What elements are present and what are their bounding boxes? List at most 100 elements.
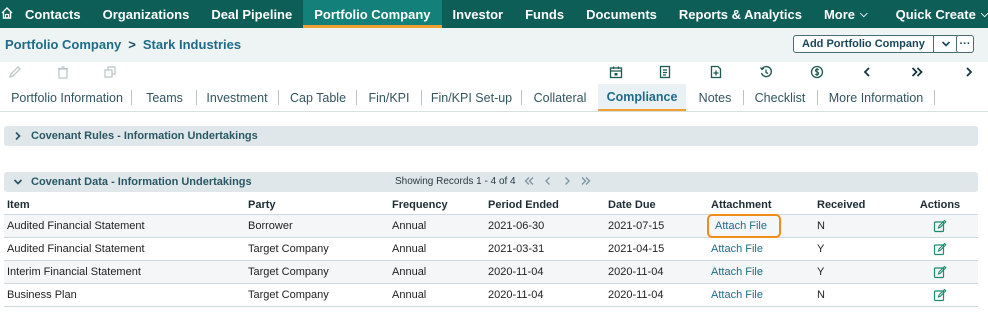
tab-divider <box>356 90 357 105</box>
breadcrumb-bar: Portfolio Company > Stark Industries Add… <box>0 28 988 62</box>
copy-icon[interactable] <box>102 64 118 80</box>
tab-checklist[interactable]: Checklist <box>745 84 815 111</box>
table-header-row: Item Party Frequency Period Ended Date D… <box>4 196 978 215</box>
cell-party: Borrower <box>245 214 389 238</box>
more-options-icon: ··· <box>959 37 971 50</box>
nav-contacts[interactable]: Contacts <box>14 0 92 28</box>
breadcrumb-current: Stark Industries <box>142 37 242 52</box>
tab-investment[interactable]: Investment <box>198 84 276 111</box>
chevron-left-icon[interactable] <box>859 64 875 80</box>
covenant-data-title: Covenant Data - Information Undertakings <box>31 176 252 188</box>
table-row: Interim Financial Statement Target Compa… <box>4 260 978 284</box>
column-header-item[interactable]: Item <box>4 196 245 215</box>
add-document-icon[interactable] <box>708 64 724 80</box>
nav-organizations[interactable]: Organizations <box>92 0 201 28</box>
cell-party: Target Company <box>245 260 389 284</box>
cell-period-ended: 2021-03-31 <box>485 237 605 261</box>
edit-icon[interactable] <box>933 242 947 256</box>
paging-status: Showing Records 1 - 4 of 4 <box>395 175 516 187</box>
tab-fin-kpi-setup[interactable]: Fin/KPI Set-up <box>423 84 520 111</box>
column-header-frequency[interactable]: Frequency <box>389 196 485 215</box>
currency-icon[interactable] <box>809 64 825 80</box>
column-header-attachment[interactable]: Attachment <box>708 196 814 215</box>
column-header-period-ended[interactable]: Period Ended <box>485 196 605 215</box>
nav-quick-create[interactable]: Quick Create ⌵ <box>885 0 988 28</box>
tab-collateral[interactable]: Collateral <box>523 84 597 111</box>
cell-period-ended: 2021-06-30 <box>485 214 605 238</box>
tab-notes[interactable]: Notes <box>688 84 742 111</box>
cell-actions <box>902 237 978 261</box>
first-page-icon[interactable] <box>523 175 535 187</box>
tab-divider <box>934 90 935 105</box>
column-header-received[interactable]: Received <box>814 196 902 215</box>
tab-divider <box>131 90 132 105</box>
calendar-icon[interactable] <box>608 64 624 80</box>
column-header-date-due[interactable]: Date Due <box>605 196 708 215</box>
cell-frequency: Annual <box>389 260 485 284</box>
next-page-icon[interactable] <box>561 175 573 187</box>
edit-icon[interactable] <box>7 64 23 80</box>
chevron-down-icon: ⌵ <box>860 8 868 20</box>
cell-date-due: 2021-07-15 <box>605 214 708 238</box>
last-page-icon[interactable] <box>580 175 592 187</box>
attach-file-link[interactable]: Attach File <box>711 266 763 278</box>
previous-page-icon[interactable] <box>542 175 554 187</box>
breadcrumb-root[interactable]: Portfolio Company <box>5 37 121 52</box>
column-header-actions: Actions <box>902 196 978 215</box>
tab-fin-kpi[interactable]: Fin/KPI <box>358 84 420 111</box>
table-row: Audited Financial Statement Target Compa… <box>4 237 978 261</box>
tab-compliance[interactable]: Compliance <box>598 84 686 111</box>
chevron-right-icon[interactable] <box>961 64 977 80</box>
chevron-down-icon[interactable] <box>932 36 959 52</box>
chevron-right-icon[interactable] <box>12 131 24 141</box>
trash-icon[interactable] <box>55 64 71 80</box>
edit-icon[interactable] <box>933 288 947 302</box>
edit-icon[interactable] <box>933 265 947 279</box>
add-portfolio-company-label[interactable]: Add Portfolio Company <box>794 36 933 52</box>
covenant-data-header[interactable]: Covenant Data - Information Undertakings… <box>4 172 978 192</box>
table-row: Business Plan Target Company Annual 2020… <box>4 283 978 307</box>
nav-portfolio-company[interactable]: Portfolio Company <box>303 0 442 28</box>
cell-attachment: Attach File <box>708 237 814 261</box>
table-row: Audited Financial Statement Borrower Ann… <box>4 213 978 238</box>
more-options-button[interactable]: ··· <box>956 35 974 53</box>
home-button[interactable] <box>0 0 14 28</box>
tab-teams[interactable]: Teams <box>133 84 196 111</box>
covenant-rules-header[interactable]: Covenant Rules - Information Undertaking… <box>4 126 978 146</box>
cell-attachment: Attach File <box>708 283 814 307</box>
cell-received: N <box>814 214 902 238</box>
cell-actions <box>902 260 978 284</box>
cell-party: Target Company <box>245 237 389 261</box>
nav-documents[interactable]: Documents <box>575 0 668 28</box>
tab-divider <box>817 90 818 105</box>
nav-funds[interactable]: Funds <box>514 0 575 28</box>
chevron-down-icon[interactable] <box>12 178 24 186</box>
nav-investor[interactable]: Investor <box>442 0 515 28</box>
cell-frequency: Annual <box>389 237 485 261</box>
double-chevron-right-icon[interactable] <box>909 64 925 80</box>
home-icon <box>0 6 14 23</box>
tab-more-information[interactable]: More Information <box>819 84 933 111</box>
cell-received: Y <box>814 237 902 261</box>
attach-file-link[interactable]: Attach File <box>707 213 781 238</box>
tab-divider <box>196 90 197 105</box>
add-portfolio-company-button[interactable]: Add Portfolio Company <box>793 35 960 53</box>
document-icon[interactable] <box>657 64 673 80</box>
attach-file-link[interactable]: Attach File <box>711 243 763 255</box>
attach-file-link[interactable]: Attach File <box>711 289 763 301</box>
cell-attachment: Attach File <box>707 213 814 238</box>
chevron-down-icon: ⌵ <box>980 8 988 20</box>
covenant-rules-title: Covenant Rules - Information Undertaking… <box>31 130 258 142</box>
tab-portfolio-information[interactable]: Portfolio Information <box>4 84 130 111</box>
column-header-party[interactable]: Party <box>245 196 389 215</box>
edit-icon[interactable] <box>933 219 947 233</box>
nav-more[interactable]: More ⌵ <box>813 0 879 28</box>
tab-cap-table[interactable]: Cap Table <box>280 84 356 111</box>
nav-deal-pipeline[interactable]: Deal Pipeline <box>200 0 303 28</box>
cell-item: Audited Financial Statement <box>4 214 245 238</box>
cell-item: Audited Financial Statement <box>4 237 245 261</box>
nav-reports-analytics[interactable]: Reports & Analytics <box>668 0 813 28</box>
cell-item: Business Plan <box>4 283 245 307</box>
breadcrumb: Portfolio Company > Stark Industries <box>5 37 241 52</box>
history-icon[interactable] <box>758 64 774 80</box>
